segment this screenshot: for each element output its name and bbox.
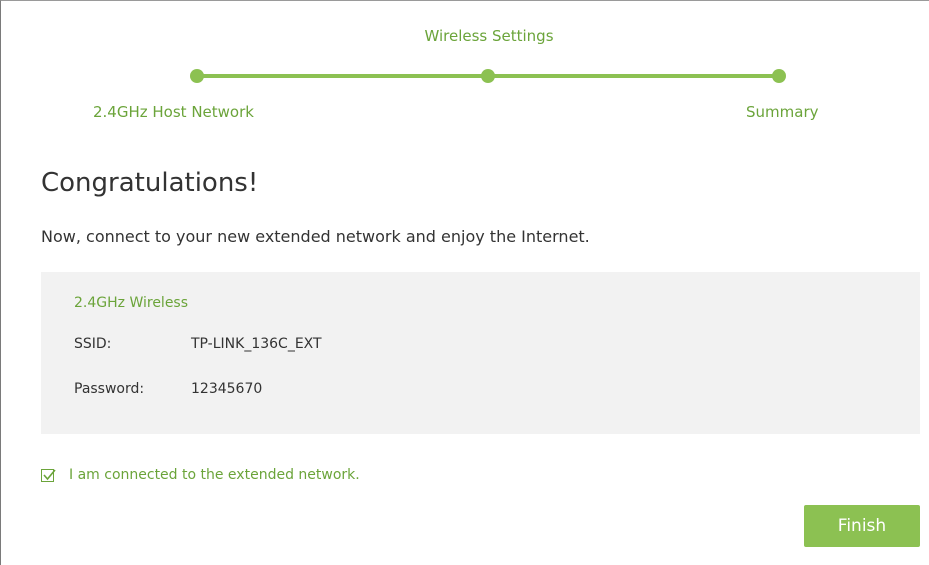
step-dot-summary: [772, 69, 786, 83]
step-summary-label: Summary: [746, 103, 819, 121]
network-info-panel: 2.4GHz Wireless SSID: TP-LINK_136C_EXT P…: [41, 272, 920, 434]
instruction-text: Now, connect to your new extended networ…: [41, 227, 590, 246]
finish-button[interactable]: Finish: [804, 505, 920, 547]
wizard-panel: Wireless Settings 2.4GHz Host Network Su…: [0, 0, 929, 565]
page-title: Congratulations!: [41, 168, 259, 198]
confirm-checkbox-label[interactable]: I am connected to the extended network.: [69, 467, 360, 483]
password-value: 12345670: [191, 381, 263, 397]
password-label: Password:: [74, 381, 145, 397]
step-dot-host-network: [190, 69, 204, 83]
network-band-title: 2.4GHz Wireless: [74, 295, 189, 311]
step-dot-wireless-settings: [481, 69, 495, 83]
step-host-network-label: 2.4GHz Host Network: [93, 103, 254, 121]
ssid-label: SSID:: [74, 336, 112, 352]
confirm-connected-option[interactable]: I am connected to the extended network.: [41, 467, 360, 483]
ssid-value: TP-LINK_136C_EXT: [191, 336, 322, 352]
step-wireless-settings-label: Wireless Settings: [424, 27, 554, 45]
confirm-checkbox[interactable]: [41, 468, 56, 482]
checkmark-icon: [43, 468, 56, 480]
